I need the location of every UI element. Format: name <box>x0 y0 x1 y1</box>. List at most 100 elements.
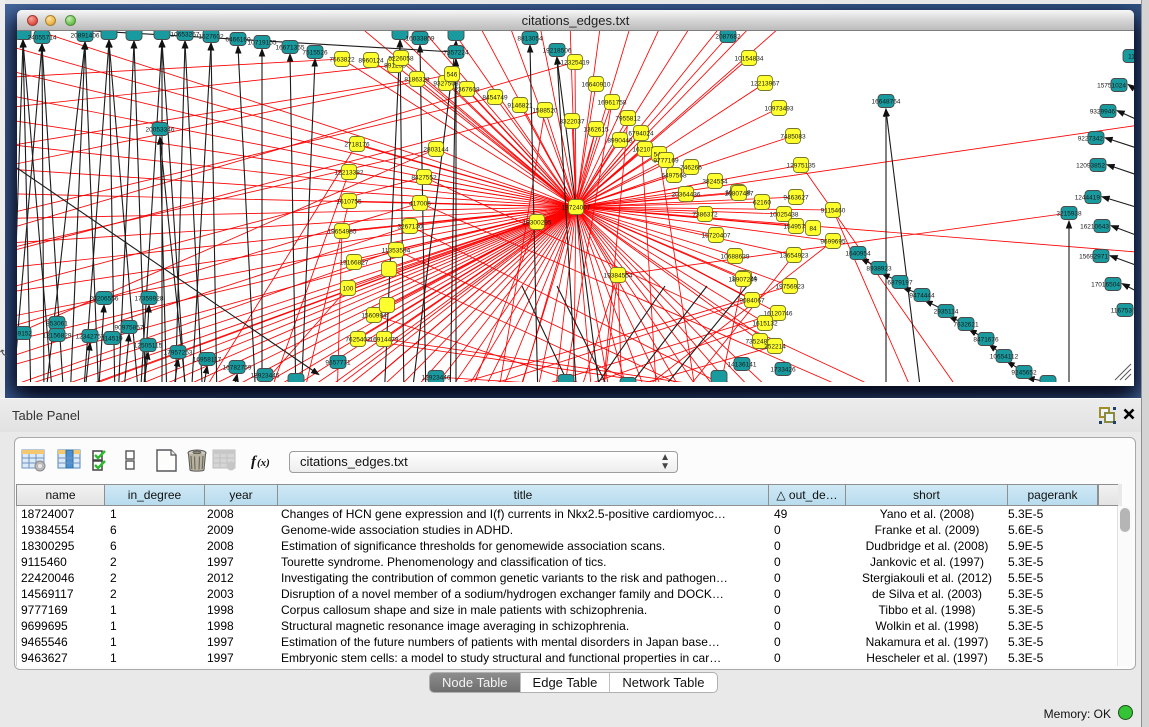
svg-text:39152: 39152 <box>17 331 32 338</box>
svg-text:9657771: 9657771 <box>325 360 351 367</box>
svg-text:12325419: 12325419 <box>561 60 590 67</box>
svg-text:8454749: 8454749 <box>482 95 508 102</box>
svg-text:62160: 62160 <box>753 200 771 207</box>
svg-text:12156829: 12156829 <box>43 333 72 340</box>
svg-text:19654985: 19654985 <box>328 229 357 236</box>
svg-text:1588520: 1588520 <box>532 108 558 115</box>
svg-text:10719155: 10719155 <box>248 40 277 47</box>
svg-text:18907249: 18907249 <box>729 277 758 284</box>
svg-text:7955812: 7955812 <box>615 116 641 123</box>
svg-text:16033809: 16033809 <box>406 36 435 43</box>
svg-text:1640954: 1640954 <box>845 251 871 258</box>
svg-text:3215938: 3215938 <box>1056 211 1082 218</box>
svg-text:6497568: 6497568 <box>661 173 687 180</box>
svg-text:9699695: 9699695 <box>820 239 846 246</box>
svg-text:12923445: 12923445 <box>251 373 280 380</box>
svg-text:853061: 853061 <box>46 321 68 328</box>
svg-text:16914479: 16914479 <box>370 337 399 344</box>
svg-text:12505115: 12505115 <box>134 343 163 350</box>
svg-text:16671355: 16671355 <box>276 45 305 52</box>
svg-text:1733426: 1733426 <box>770 367 796 374</box>
svg-text:20206556: 20206556 <box>90 296 119 303</box>
svg-text:8427552: 8427552 <box>411 175 437 182</box>
svg-text:9777169: 9777169 <box>653 158 679 165</box>
svg-text:6794024: 6794024 <box>628 131 654 138</box>
svg-text:7632621: 7632621 <box>953 322 979 329</box>
svg-text:8990448: 8990448 <box>607 138 633 145</box>
svg-text:16958117: 16958117 <box>193 357 222 364</box>
svg-text:546: 546 <box>447 72 458 79</box>
svg-text:116753: 116753 <box>1111 308 1133 315</box>
svg-text:3267130: 3267130 <box>397 224 423 231</box>
svg-text:8186328: 8186328 <box>404 77 430 84</box>
svg-text:9245652: 9245652 <box>1011 370 1037 377</box>
svg-text:12213382: 12213382 <box>335 170 364 177</box>
svg-text:2367608: 2367608 <box>454 87 480 94</box>
svg-text:19166827: 19166827 <box>340 260 369 267</box>
svg-text:1610755: 1610755 <box>336 199 362 206</box>
svg-text:2718176: 2718176 <box>344 142 370 149</box>
svg-text:9329946: 9329946 <box>1090 109 1116 116</box>
svg-text:8960124: 8960124 <box>358 58 384 65</box>
svg-text:19756923: 19756923 <box>776 284 805 291</box>
svg-text:20891406: 20891406 <box>71 33 100 40</box>
svg-text:15720407: 15720407 <box>702 233 731 240</box>
svg-text:16210643: 16210643 <box>1080 224 1109 231</box>
svg-text:2803144: 2803144 <box>423 147 449 154</box>
svg-text:8938923: 8938923 <box>866 266 892 273</box>
svg-text:100: 100 <box>343 286 354 293</box>
svg-text:9227342: 9227342 <box>1078 136 1104 143</box>
svg-text:20364436: 20364436 <box>672 192 701 199</box>
svg-text:18724007: 18724007 <box>562 205 591 212</box>
svg-text:12213967: 12213967 <box>751 81 780 88</box>
svg-text:746266: 746266 <box>680 165 702 172</box>
svg-text:9115460: 9115460 <box>821 208 846 215</box>
svg-text:7357224: 7357224 <box>443 50 469 57</box>
svg-text:7625402: 7625402 <box>345 337 371 344</box>
svg-text:13654923: 13654923 <box>780 253 809 260</box>
svg-text:16782759: 16782759 <box>223 365 252 372</box>
svg-text:16961758: 16961758 <box>598 100 627 107</box>
svg-text:8471676: 8471676 <box>973 337 999 344</box>
svg-text:18300295: 18300295 <box>523 220 552 227</box>
svg-text:16640910: 16640910 <box>582 82 611 89</box>
svg-text:9084067: 9084067 <box>739 298 765 305</box>
svg-text:7386372: 7386372 <box>692 212 718 219</box>
svg-text:7515526: 7515526 <box>302 50 328 57</box>
svg-text:2935114: 2935114 <box>934 309 959 316</box>
svg-text:7485083: 7485083 <box>780 134 806 141</box>
svg-text:11353594: 11353594 <box>382 248 411 255</box>
svg-text:6879197: 6879197 <box>887 280 913 287</box>
svg-text:12093852: 12093852 <box>1076 163 1105 170</box>
svg-text:111: 111 <box>1128 54 1134 61</box>
svg-text:(x): (x) <box>257 457 270 469</box>
svg-text:16648764: 16648764 <box>872 99 901 106</box>
svg-text:1615132: 1615132 <box>752 321 778 328</box>
svg-text:12923446: 12923446 <box>422 375 451 382</box>
svg-text:24055714: 24055714 <box>28 35 57 42</box>
svg-text:10154834: 10154834 <box>735 56 764 63</box>
svg-text:1527602: 1527602 <box>198 34 224 41</box>
svg-text:3824554: 3824554 <box>702 179 728 186</box>
svg-text:15692971: 15692971 <box>1079 254 1108 261</box>
svg-text:114519: 114519 <box>101 336 123 343</box>
svg-text:8322037: 8322037 <box>559 119 585 126</box>
svg-text:10025438: 10025438 <box>770 212 799 219</box>
svg-text:17016504: 17016504 <box>1091 282 1120 289</box>
svg-text:252214: 252214 <box>764 344 786 351</box>
svg-text:12975135: 12975135 <box>787 163 816 170</box>
svg-text:19384554: 19384554 <box>604 273 633 280</box>
svg-text:10653267: 10653267 <box>171 32 200 39</box>
svg-text:1244419: 1244419 <box>1075 195 1101 202</box>
svg-text:1362615: 1362615 <box>583 127 609 134</box>
svg-text:7563822: 7563822 <box>329 57 355 64</box>
svg-text:90975857: 90975857 <box>115 325 144 332</box>
svg-text:19218506: 19218506 <box>543 48 572 55</box>
svg-text:9463627: 9463627 <box>783 195 809 202</box>
svg-text:20053346: 20053346 <box>146 127 175 134</box>
svg-text:9474444: 9474444 <box>909 293 935 300</box>
svg-text:10973493: 10973493 <box>765 106 794 113</box>
svg-text:17957253: 17957253 <box>164 350 193 357</box>
svg-text:2087682: 2087682 <box>715 34 741 41</box>
svg-text:15751024: 15751024 <box>1097 83 1126 90</box>
